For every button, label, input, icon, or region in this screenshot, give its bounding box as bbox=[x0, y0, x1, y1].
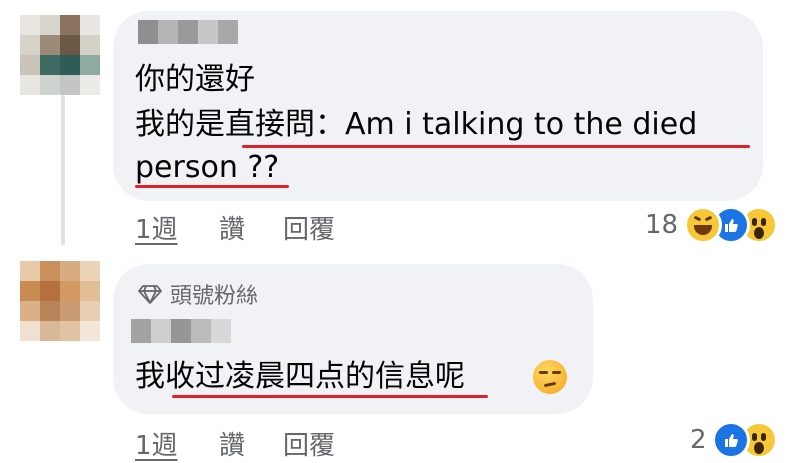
diamond-icon bbox=[138, 285, 162, 304]
avatar[interactable] bbox=[20, 261, 100, 341]
author-name[interactable] bbox=[138, 20, 238, 44]
timestamp-link[interactable]: 1週 bbox=[135, 209, 178, 246]
reply-button[interactable]: 回覆 bbox=[283, 425, 335, 462]
top-fan-badge: 頭號粉絲 bbox=[138, 278, 258, 310]
timestamp-link[interactable]: 1週 bbox=[135, 425, 178, 462]
red-underline bbox=[242, 145, 750, 148]
comment-text: 我收过凌晨四点的信息呢 bbox=[135, 359, 465, 394]
unamused-emoji-icon bbox=[533, 360, 567, 394]
reply-button[interactable]: 回覆 bbox=[283, 209, 335, 246]
red-underline bbox=[135, 185, 289, 188]
red-underline bbox=[172, 395, 488, 398]
thread-line bbox=[61, 95, 65, 245]
comment-text-line: 你的還好 bbox=[135, 62, 255, 97]
reaction-count[interactable]: 2 bbox=[690, 425, 707, 455]
comment-text-line: person ?? bbox=[135, 150, 280, 185]
like-reaction-icon[interactable] bbox=[712, 421, 750, 459]
author-name[interactable] bbox=[131, 319, 231, 343]
reaction-count[interactable]: 18 bbox=[645, 210, 678, 240]
haha-reaction-icon[interactable] bbox=[684, 206, 722, 244]
like-button[interactable]: 讚 bbox=[219, 209, 245, 246]
avatar[interactable] bbox=[20, 15, 100, 95]
badge-label: 頭號粉絲 bbox=[170, 284, 259, 309]
like-button[interactable]: 讚 bbox=[219, 425, 245, 462]
comment-text-line: 我的是直接問：Am i talking to the died bbox=[135, 107, 698, 142]
